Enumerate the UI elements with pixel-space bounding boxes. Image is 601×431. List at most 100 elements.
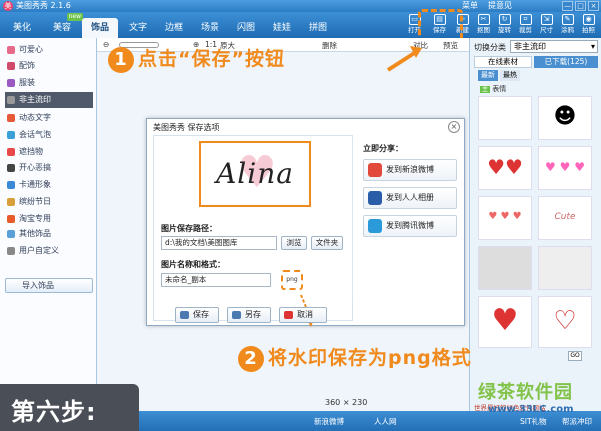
step1-number: 1 bbox=[108, 47, 134, 73]
material-thumb[interactable]: ♥ ♥ ♥ bbox=[538, 146, 592, 190]
material-thumb[interactable]: ♡ bbox=[538, 296, 592, 348]
bottom-link-gift[interactable]: SIT礼物 bbox=[520, 416, 547, 427]
close-button[interactable]: × bbox=[588, 1, 599, 11]
delete-button[interactable]: 删除 bbox=[322, 40, 337, 51]
sidebar-item-taobao[interactable]: 淘宝专用 bbox=[5, 211, 93, 227]
material-thumb[interactable]: ♥♥ bbox=[478, 146, 532, 190]
step2-number: 2 bbox=[238, 346, 264, 372]
tab-doll[interactable]: 娃娃 bbox=[264, 18, 300, 38]
tag-label[interactable]: 主 表情 bbox=[480, 84, 506, 94]
toolbar-camera[interactable]: ◉ 拍照 bbox=[578, 14, 599, 34]
sidebar-item-nonmainstream[interactable]: 非主流印 bbox=[5, 92, 93, 108]
share-renren-button[interactable]: 发到人人相册 bbox=[363, 187, 457, 209]
tab-scene[interactable]: 场景 bbox=[192, 18, 228, 38]
sidebar-item-funny[interactable]: 开心恶搞 bbox=[5, 160, 93, 176]
resize-icon: ⇲ bbox=[540, 14, 553, 25]
app-logo-icon: 美 bbox=[3, 1, 13, 11]
sidebar-item-clothing[interactable]: 服装 bbox=[5, 75, 93, 91]
file-name-field[interactable]: 未命名_副本 bbox=[161, 273, 271, 287]
watermark-url: www.33LC.com bbox=[488, 404, 574, 415]
window-controls: — □ × bbox=[562, 1, 599, 11]
format-select[interactable]: png bbox=[281, 270, 303, 290]
share-title: 立即分享： bbox=[363, 144, 403, 153]
app-title: 美图秀秀 2.1.6 bbox=[16, 1, 71, 10]
tab-downloaded[interactable]: 已下载(125) bbox=[534, 56, 598, 68]
title-bar: 美 美图秀秀 2.1.6 菜单 提意见 — □ × bbox=[0, 0, 601, 12]
save-icon bbox=[180, 311, 189, 319]
funny-icon bbox=[7, 164, 15, 172]
rotate-icon: ↻ bbox=[498, 14, 511, 25]
maximize-button[interactable]: □ bbox=[575, 1, 586, 11]
menu-button[interactable]: 菜单 bbox=[462, 0, 478, 12]
weibo-icon bbox=[368, 163, 382, 177]
sidebar-item-festival[interactable]: 缤纷节日 bbox=[5, 194, 93, 210]
bottom-link-renren[interactable]: 人人网 bbox=[374, 416, 397, 427]
feedback-button[interactable]: 提意见 bbox=[488, 0, 512, 12]
share-panel: 立即分享： 发到新浪微博 发到人人相册 发到腾讯微博 bbox=[352, 139, 458, 299]
image-size-label: 360 × 230 bbox=[325, 398, 368, 407]
toolbar-cutout[interactable]: ✂ 抠图 bbox=[473, 14, 494, 34]
save-path-field[interactable]: d:\我的文档\美图图库 bbox=[161, 236, 277, 250]
tab-flash[interactable]: 闪图 bbox=[228, 18, 264, 38]
sidebar-item-other[interactable]: 其他饰品 bbox=[5, 226, 93, 242]
cutout-icon: ✂ bbox=[477, 14, 490, 25]
category-select[interactable]: 非主流印 ▾ bbox=[510, 40, 598, 53]
save-as-button[interactable]: 另存 bbox=[227, 307, 271, 323]
tab-beauty[interactable]: 美容 new bbox=[44, 13, 83, 38]
tab-latest[interactable]: 最新 bbox=[478, 70, 498, 81]
watermark-title: 绿茶软件园 bbox=[478, 382, 573, 403]
toolbar-resize[interactable]: ⇲ 尺寸 bbox=[536, 14, 557, 34]
festival-icon bbox=[7, 198, 15, 206]
sidebar-item-hearts[interactable]: 可爱心 bbox=[5, 42, 93, 58]
bottom-link-weibo[interactable]: 新浪微博 bbox=[314, 416, 344, 427]
cancel-button[interactable]: 取消 bbox=[279, 307, 327, 323]
import-accessory-button[interactable]: 导入饰品 bbox=[5, 278, 93, 293]
material-thumb[interactable] bbox=[538, 246, 592, 290]
stamp-icon bbox=[7, 96, 15, 104]
step2-annotation: 2 将水印保存为png格式 bbox=[238, 345, 472, 372]
user-icon bbox=[7, 247, 15, 255]
accessory-icon bbox=[7, 62, 15, 70]
cartoon-icon bbox=[7, 181, 15, 189]
go-button[interactable]: GO bbox=[568, 351, 582, 361]
sidebar-item-cartoon[interactable]: 卡通形象 bbox=[5, 177, 93, 193]
dialog-close-icon[interactable]: × bbox=[448, 121, 460, 133]
file-name-label: 图片名称和格式： bbox=[161, 260, 225, 269]
tab-online-material[interactable]: 在线素材 bbox=[474, 56, 532, 68]
share-tencent-button[interactable]: 发到腾讯微博 bbox=[363, 215, 457, 237]
toolbar-crop[interactable]: ⌗ 裁剪 bbox=[515, 14, 536, 34]
preview-button[interactable]: 预览 bbox=[443, 40, 458, 51]
doodle-icon: ✎ bbox=[561, 14, 574, 25]
tab-hot[interactable]: 最热 bbox=[500, 70, 520, 81]
clothing-icon bbox=[7, 79, 15, 87]
material-thumb[interactable]: Cute bbox=[538, 196, 592, 240]
share-sina-button[interactable]: 发到新浪微博 bbox=[363, 159, 457, 181]
material-thumb[interactable]: ☻ bbox=[538, 96, 592, 140]
sidebar-item-accessories[interactable]: 配饰 bbox=[5, 58, 93, 74]
tab-frame[interactable]: 边框 bbox=[156, 18, 192, 38]
sidebar-item-cover[interactable]: 遮挡物 bbox=[5, 144, 93, 160]
save-options-dialog: 美图秀秀 保存选项 × ♥ Alina 图片保存路径： d:\我的文档\美图图库… bbox=[146, 118, 465, 327]
minimize-button[interactable]: — bbox=[562, 1, 573, 11]
step-six-label: 第六步: bbox=[0, 384, 139, 431]
tab-collage[interactable]: 拼图 bbox=[300, 18, 336, 38]
camera-icon: ◉ bbox=[582, 14, 595, 25]
browse-button[interactable]: 浏览 bbox=[281, 236, 307, 250]
material-thumb[interactable] bbox=[478, 96, 532, 140]
toolbar-rotate[interactable]: ↻ 旋转 bbox=[494, 14, 515, 34]
material-thumb[interactable] bbox=[478, 246, 532, 290]
sidebar-item-animated-text[interactable]: 动态文字 bbox=[5, 110, 93, 126]
heart-icon bbox=[7, 46, 15, 54]
material-thumb[interactable]: ♥ ♥ ♥ bbox=[478, 196, 532, 240]
tab-accessories[interactable]: 饰品 bbox=[82, 18, 118, 38]
tab-text[interactable]: 文字 bbox=[120, 18, 156, 38]
tab-beautify[interactable]: 美化 bbox=[4, 18, 40, 38]
open-folder-button[interactable]: 文件夹 bbox=[311, 236, 343, 250]
sidebar-item-speech-bubble[interactable]: 会话气泡 bbox=[5, 127, 93, 143]
bottom-link-print[interactable]: 帮派冲印 bbox=[562, 416, 592, 427]
material-thumb[interactable]: ♥ bbox=[478, 296, 532, 348]
tag-badge: 主 bbox=[480, 86, 491, 93]
toolbar-doodle[interactable]: ✎ 涂鸦 bbox=[557, 14, 578, 34]
sidebar-item-custom[interactable]: 用户自定义 bbox=[5, 243, 93, 259]
save-button[interactable]: 保存 bbox=[175, 307, 219, 323]
